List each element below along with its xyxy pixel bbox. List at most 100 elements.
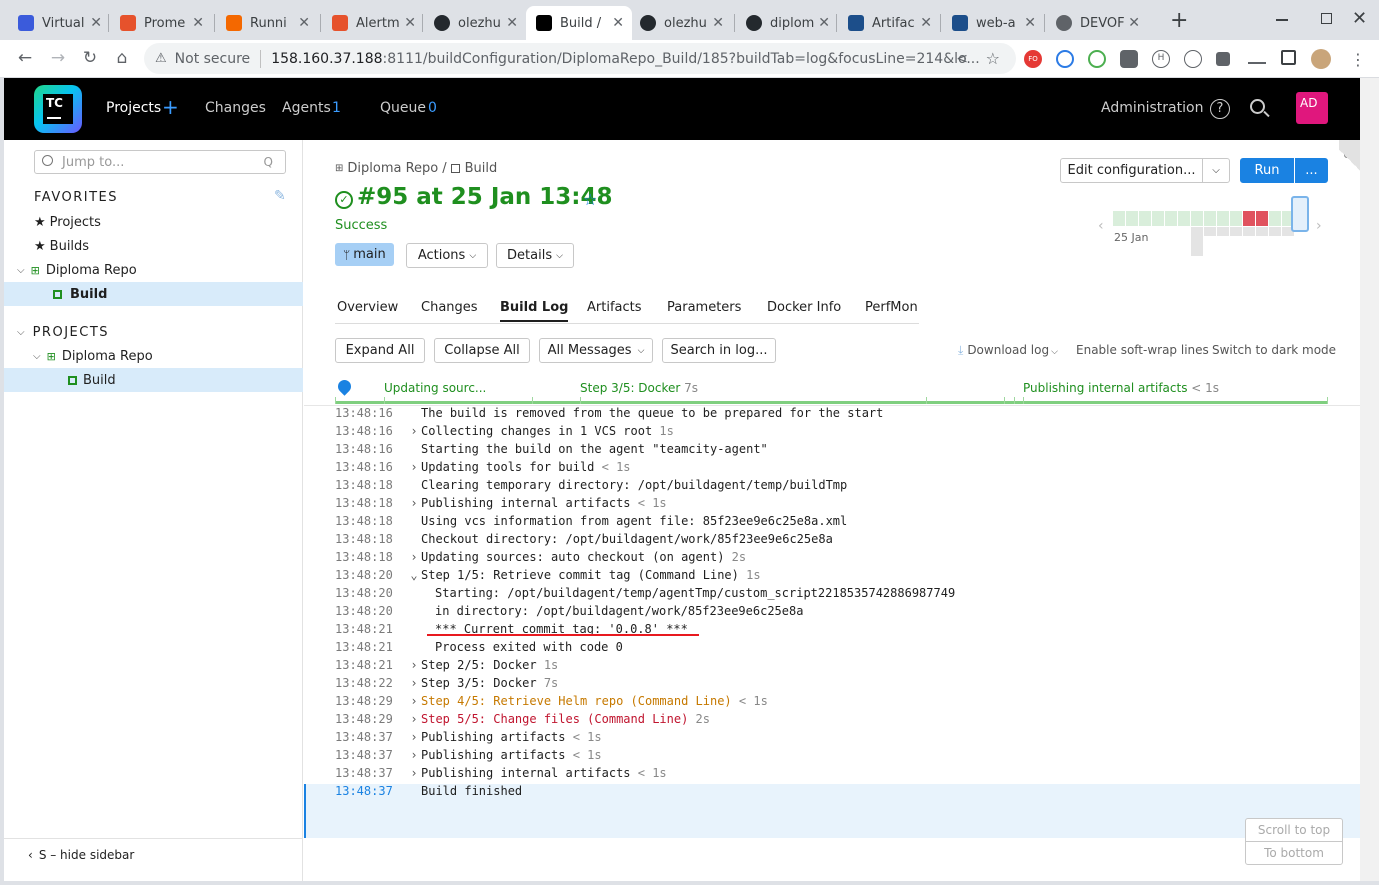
history-build-bar[interactable] xyxy=(1191,211,1203,226)
history-current-build[interactable] xyxy=(1291,196,1309,232)
sidebar-section-projects[interactable]: ⌵ PROJECTS xyxy=(4,320,303,344)
log-line[interactable]: 13:48:37 › Publishing artifacts < 1s xyxy=(335,730,1335,748)
browser-tab[interactable]: Runni ✕ xyxy=(216,6,318,40)
forward-icon[interactable]: → xyxy=(47,48,69,68)
close-tab-icon[interactable]: ✕ xyxy=(1024,15,1036,31)
window-maximize-icon[interactable] xyxy=(1321,13,1332,24)
tab-overview[interactable]: Overview xyxy=(337,300,398,315)
history-build-bar[interactable] xyxy=(1139,211,1151,226)
history-build-bar[interactable] xyxy=(1230,211,1242,226)
log-line[interactable]: 13:48:16 Starting the build on the agent … xyxy=(335,442,1335,460)
window-close-icon[interactable]: ✕ xyxy=(1352,8,1367,29)
browser-tab[interactable]: DEVOF ✕ xyxy=(1046,6,1148,40)
browser-tab[interactable]: olezhu ✕ xyxy=(630,6,732,40)
log-line[interactable]: 13:48:37 › Publishing internal artifacts <… xyxy=(335,766,1335,784)
sidebar-item-diploma-repo[interactable]: ⌵ ⊞ Diploma Repo xyxy=(4,344,303,368)
log-line[interactable]: 13:48:29 › Step 4/5: Retrieve Helm repo (C… xyxy=(335,694,1335,712)
log-line[interactable]: 13:48:29 › Step 5/5: Change files (Command… xyxy=(335,712,1335,730)
log-line[interactable]: 13:48:20 ⌄ Step 1/5: Retrieve commit tag (… xyxy=(335,568,1335,586)
history-build-bar[interactable] xyxy=(1126,211,1138,226)
log-line[interactable]: 13:48:16 › Updating tools for build < 1s xyxy=(335,460,1335,478)
history-build-bar[interactable] xyxy=(1256,211,1268,226)
browser-tab[interactable]: Virtual ✕ xyxy=(8,6,110,40)
chevron-down-icon[interactable]: ⌵ xyxy=(17,327,25,338)
chevron-right-icon[interactable]: › xyxy=(407,694,421,708)
history-build-bar[interactable] xyxy=(1204,211,1216,226)
log-line[interactable]: 13:48:21 *** Current commit tag: '0.0.8' … xyxy=(335,622,1335,640)
log-line[interactable]: 13:48:18 Checkout directory: /opt/buildag… xyxy=(335,532,1335,550)
history-build-bar[interactable] xyxy=(1113,211,1125,226)
scroll-to-bottom-button[interactable]: To bottom xyxy=(1245,841,1343,865)
extension-robot-icon[interactable] xyxy=(1120,50,1138,68)
tab-changes[interactable]: Changes xyxy=(421,300,478,315)
timeline-step-publishing[interactable]: Publishing internal artifacts < 1s xyxy=(1023,381,1219,395)
expand-all-button[interactable]: Expand All xyxy=(335,338,425,363)
help-icon[interactable]: ? xyxy=(1210,99,1230,119)
new-tab-button[interactable]: + xyxy=(1170,8,1188,33)
media-icon[interactable] xyxy=(1248,50,1266,64)
reload-icon[interactable]: ↻ xyxy=(79,48,101,68)
download-log-link[interactable]: ⤓ Download log ⌵ xyxy=(958,343,1058,358)
timeline-step-updating[interactable]: Updating sourc... xyxy=(384,381,486,395)
history-build-bar[interactable] xyxy=(1269,211,1281,226)
chevron-right-icon[interactable]: › xyxy=(407,658,421,672)
close-tab-icon[interactable]: ✕ xyxy=(712,15,724,31)
home-icon[interactable]: ⌂ xyxy=(111,48,133,68)
run-button[interactable]: Run xyxy=(1240,158,1294,183)
window-minimize-icon[interactable] xyxy=(1276,19,1288,21)
nav-queue[interactable]: Queue xyxy=(380,100,426,116)
browser-tab[interactable]: Alertm ✕ xyxy=(322,6,424,40)
history-build-bar[interactable] xyxy=(1178,211,1190,226)
browser-tab[interactable]: diplom ✕ xyxy=(736,6,838,40)
tab-parameters[interactable]: Parameters xyxy=(667,300,741,315)
dark-mode-link[interactable]: Switch to dark mode xyxy=(1212,343,1336,357)
close-tab-icon[interactable]: ✕ xyxy=(612,15,624,31)
browser-menu-icon[interactable]: ⋮ xyxy=(1350,50,1366,69)
extensions-puzzle-icon[interactable] xyxy=(1216,52,1230,66)
close-tab-icon[interactable]: ✕ xyxy=(298,15,310,31)
user-avatar[interactable]: AD xyxy=(1296,92,1328,124)
chevron-right-icon[interactable]: › xyxy=(407,460,421,474)
hide-sidebar-button[interactable]: ‹ S – hide sidebar xyxy=(28,848,134,862)
sidebar-item-build[interactable]: Build xyxy=(4,368,303,392)
chevron-down-icon[interactable]: ⌵ xyxy=(17,265,25,276)
extension-leaf-icon[interactable] xyxy=(1088,50,1106,68)
browser-tab[interactable]: web-a ✕ xyxy=(942,6,1044,40)
log-line[interactable]: 13:48:18 › Updating sources: auto checkout… xyxy=(335,550,1335,568)
close-tab-icon[interactable]: ✕ xyxy=(192,15,204,31)
scroll-to-top-button[interactable]: Scroll to top xyxy=(1245,818,1343,842)
log-line[interactable]: 13:48:20 in directory: /opt/buildagent/wo… xyxy=(335,604,1335,622)
chevron-down-icon[interactable]: ⌵ xyxy=(33,351,41,362)
log-line[interactable]: 13:48:18 Using vcs information from agent… xyxy=(335,514,1335,532)
browser-tab[interactable]: olezhu ✕ xyxy=(424,6,526,40)
sidebar-item-fav-builds[interactable]: ★ Builds xyxy=(4,234,303,258)
chevron-right-icon[interactable]: › xyxy=(407,730,421,744)
add-project-icon[interactable]: + xyxy=(162,95,179,119)
extension-fo-icon[interactable]: FO xyxy=(1024,50,1042,68)
history-next-icon[interactable]: › xyxy=(1316,218,1322,234)
favorite-star-icon[interactable]: ☆ xyxy=(583,190,597,209)
extension-h-icon[interactable]: H xyxy=(1152,50,1170,68)
log-line[interactable]: 13:48:20 Starting: /opt/buildagent/temp/a… xyxy=(335,586,1335,604)
collapse-all-button[interactable]: Collapse All xyxy=(434,338,530,363)
nav-changes[interactable]: Changes xyxy=(205,100,266,116)
bookmark-star-icon[interactable]: ☆ xyxy=(986,49,1000,68)
log-line[interactable]: 13:48:37 › Publishing artifacts < 1s xyxy=(335,748,1335,766)
nav-projects[interactable]: Projects xyxy=(106,100,161,116)
timeline-step-docker[interactable]: Step 3/5: Docker 7s xyxy=(580,381,698,395)
history-build-bar[interactable] xyxy=(1243,211,1255,226)
timeline-pin-icon[interactable] xyxy=(335,377,354,396)
extension-globe-icon[interactable] xyxy=(1184,50,1202,68)
close-tab-icon[interactable]: ✕ xyxy=(1128,15,1140,31)
chevron-right-icon[interactable]: › xyxy=(407,424,421,438)
chevron-right-icon[interactable]: › xyxy=(407,550,421,564)
log-line[interactable]: 13:48:18 Clearing temporary directory: /o… xyxy=(335,478,1335,496)
tab-docker-info[interactable]: Docker Info xyxy=(767,300,841,315)
address-bar[interactable]: ⚠ Not secure 158.160.37.188:8111/buildCo… xyxy=(144,43,1016,74)
tab-artifacts[interactable]: Artifacts xyxy=(587,300,642,315)
actions-dropdown[interactable]: Actions ⌵ xyxy=(406,243,488,268)
log-line[interactable]: 13:48:18 › Publishing internal artifacts <… xyxy=(335,496,1335,514)
search-in-log-button[interactable]: Search in log... xyxy=(662,338,776,363)
tab-perfmon[interactable]: PerfMon xyxy=(865,300,918,315)
jump-to-input[interactable]: Jump to... Q xyxy=(34,150,286,174)
